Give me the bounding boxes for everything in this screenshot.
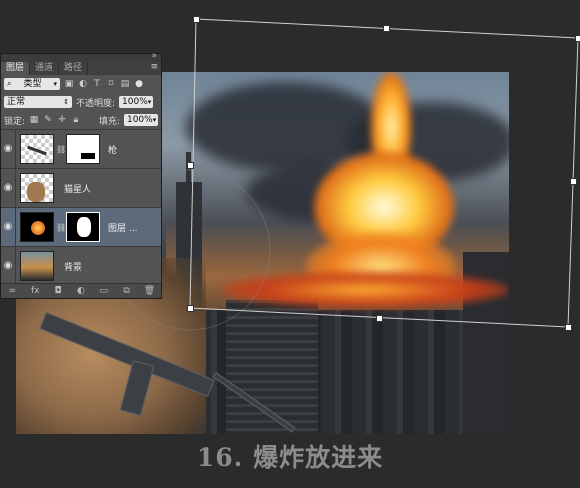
link-chain-icon: ⛓︎ <box>56 222 67 232</box>
link-layers-icon[interactable]: ∞ <box>6 286 18 296</box>
eye-visibility-icon[interactable]: ◉ <box>1 247 16 285</box>
filter-pixel-icon[interactable]: ▣ <box>64 79 74 89</box>
layer-row-gun[interactable]: ◉ ⛓︎ 枪 <box>1 130 161 169</box>
layer-name: 枪 <box>108 145 118 156</box>
filter-toggle-icon[interactable]: ● <box>134 79 144 89</box>
opacity-field[interactable]: 100% ▾ <box>119 96 154 108</box>
transform-handle-top-left[interactable] <box>193 16 200 23</box>
city-skyline <box>166 310 509 434</box>
transform-handle-bottom-left[interactable] <box>187 305 194 312</box>
layer-filter-label: 类型 <box>23 79 42 89</box>
add-mask-icon[interactable]: ◘ <box>52 286 64 296</box>
fill-value: 100% <box>126 115 153 125</box>
fx-icon[interactable]: fx <box>29 286 41 296</box>
lock-fill-row: 锁定: ▦ ✎ ✛ 🔒︎ 填充: 100% ▾ <box>1 111 161 129</box>
layer-thumbnail <box>20 134 54 164</box>
fill-field[interactable]: 100% ▾ <box>123 114 158 126</box>
chevron-down-icon: ▾ <box>53 80 57 88</box>
layer-row-background[interactable]: ◉ 背景 <box>1 247 161 286</box>
layers-panel: » 图层 通道 路径 ≡ ⌕ 类型 ▾ ▣ ◐ T ⌑ ▤ ● 正常 ⇕ 不透明… <box>0 51 162 299</box>
chevron-down-icon: ⇕ <box>63 98 69 106</box>
new-layer-icon[interactable]: ⧉ <box>121 286 133 296</box>
blend-opacity-row: 正常 ⇕ 不透明度: 100% ▾ <box>1 93 161 111</box>
layer-row-cat[interactable]: ◉ 猫星人 <box>1 169 161 208</box>
blend-mode-select[interactable]: 正常 ⇕ <box>4 96 72 108</box>
layer-row-explosion[interactable]: ◉ ⛓︎ 图层 ... <box>1 208 161 247</box>
adjustment-layer-icon[interactable]: ◐ <box>75 286 87 296</box>
filter-type-icon[interactable]: T <box>92 79 102 89</box>
lock-position-icon[interactable]: ✛ <box>57 115 67 125</box>
layer-list: ◉ ⛓︎ 枪 ◉ 猫星人 ◉ ⛓︎ 图层 ... ◉ 背景 <box>1 129 161 286</box>
panel-tabs: 图层 通道 路径 ≡ <box>1 62 161 75</box>
link-chain-icon: ⛓︎ <box>56 144 67 154</box>
new-group-icon[interactable]: ▭ <box>98 286 110 296</box>
layer-mask-thumbnail[interactable] <box>66 212 100 242</box>
lock-label: 锁定: <box>4 116 26 127</box>
opacity-label: 不透明度: <box>76 98 116 109</box>
chevron-down-icon: ▾ <box>147 98 152 106</box>
tab-paths[interactable]: 路径 <box>59 62 89 75</box>
layer-thumbnail <box>20 251 54 281</box>
ground-fire <box>221 272 509 308</box>
transform-handle-left[interactable] <box>187 162 194 169</box>
layer-name: 图层 ... <box>108 223 138 234</box>
layer-filter-select[interactable]: ⌕ 类型 ▾ <box>4 78 60 90</box>
layer-thumbnail <box>20 212 54 242</box>
eye-visibility-icon[interactable]: ◉ <box>1 208 16 246</box>
tab-layers[interactable]: 图层 <box>1 62 31 75</box>
transform-handle-right[interactable] <box>570 178 577 185</box>
panel-footer: ∞ fx ◘ ◐ ▭ ⧉ 🗑︎ <box>1 283 161 298</box>
chevron-down-icon: ▾ <box>152 116 157 124</box>
layer-name: 猫星人 <box>64 184 92 195</box>
search-icon: ⌕ <box>7 79 12 88</box>
transform-handle-bottom[interactable] <box>376 315 383 322</box>
filter-smart-object-icon[interactable]: ▤ <box>120 79 130 89</box>
lock-transparent-pixels-icon[interactable]: ▦ <box>29 115 39 125</box>
filter-adjustment-icon[interactable]: ◐ <box>78 79 88 89</box>
eye-visibility-icon[interactable]: ◉ <box>1 169 16 207</box>
transform-handle-top[interactable] <box>383 25 390 32</box>
transform-handle-bottom-right[interactable] <box>565 324 572 331</box>
step-caption: 16. 爆炸放进来 <box>196 443 384 472</box>
layer-name: 背景 <box>64 262 83 273</box>
blend-mode-value: 正常 <box>7 97 26 107</box>
layer-mask-thumbnail[interactable] <box>66 134 100 164</box>
layer-thumbnail <box>20 173 54 203</box>
lock-image-pixels-icon[interactable]: ✎ <box>43 115 53 125</box>
collapse-panel-icon[interactable]: » <box>151 51 157 61</box>
panel-menu-icon[interactable]: ≡ <box>150 62 158 72</box>
tab-channels[interactable]: 通道 <box>30 62 60 75</box>
layer-filter-row: ⌕ 类型 ▾ ▣ ◐ T ⌑ ▤ ● <box>1 75 161 93</box>
panel-title-bar[interactable]: » <box>1 51 161 62</box>
lock-all-icon[interactable]: 🔒︎ <box>71 115 81 125</box>
trash-icon[interactable]: 🗑︎ <box>143 286 155 296</box>
fill-label: 填充: <box>98 116 120 127</box>
transform-handle-top-right[interactable] <box>575 35 580 42</box>
filter-shape-icon[interactable]: ⌑ <box>106 79 116 89</box>
eye-visibility-icon[interactable]: ◉ <box>1 130 16 168</box>
opacity-value: 100% <box>122 97 148 107</box>
